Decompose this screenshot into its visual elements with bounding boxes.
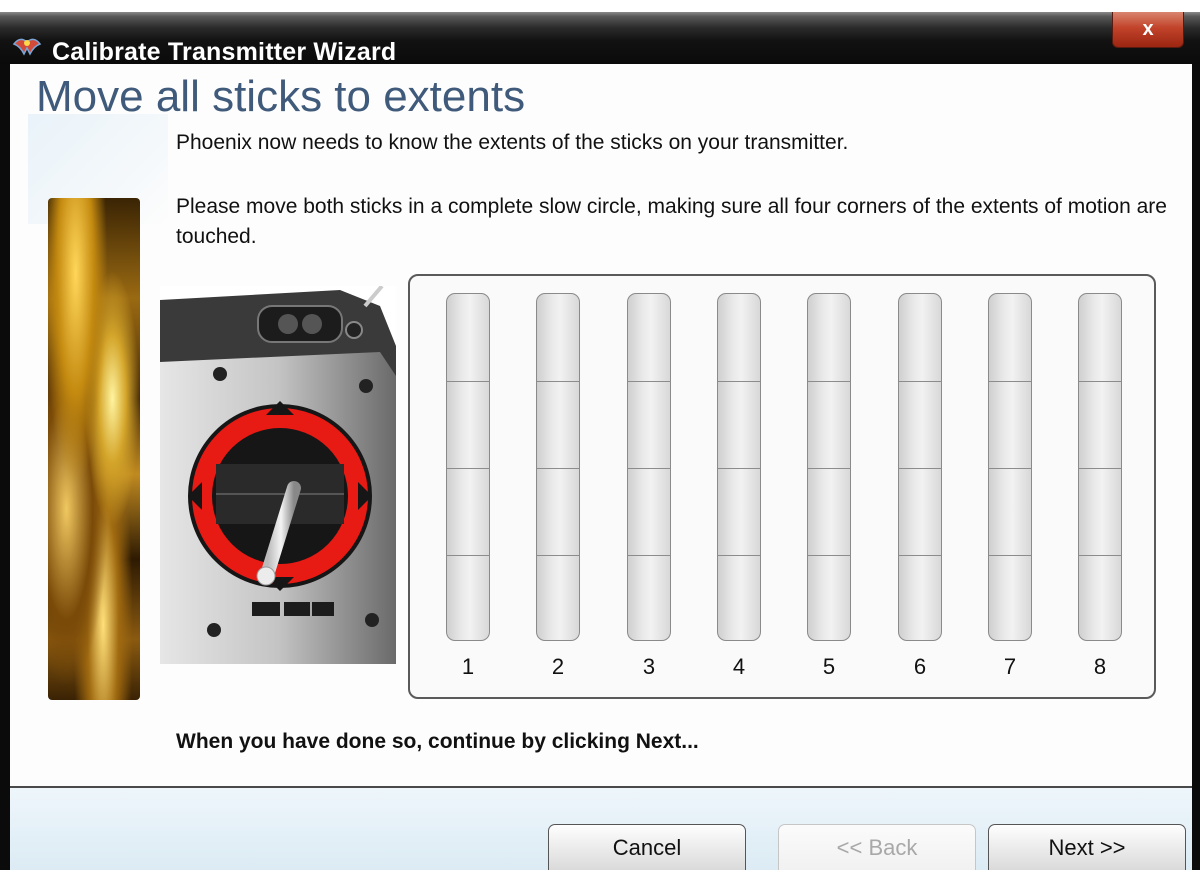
channel-bar-3 — [627, 293, 671, 641]
channel-bar-tick — [808, 381, 850, 382]
channel-bar-tick — [718, 468, 760, 469]
channel-label: 2 — [551, 654, 565, 679]
channel-bar-6 — [898, 293, 942, 641]
channel-bar-tick — [1079, 468, 1121, 469]
channel-bar-tick — [808, 555, 850, 556]
channel-label: 5 — [822, 654, 836, 679]
channel-bar-1 — [446, 293, 490, 641]
channel-bar-8 — [1078, 293, 1122, 641]
intro-text: Phoenix now needs to know the extents of… — [176, 131, 849, 154]
channel-bar-tick — [537, 381, 579, 382]
title-bar[interactable]: Calibrate Transmitter Wizard — [0, 12, 1200, 66]
window-title: Calibrate Transmitter Wizard — [52, 38, 397, 66]
channel-bar-tick — [989, 381, 1031, 382]
channel-bar-tick — [989, 468, 1031, 469]
channel-bar-tick — [628, 555, 670, 556]
channel-bar-tick — [899, 381, 941, 382]
channel-label: 4 — [732, 654, 746, 679]
channel-bar-5 — [807, 293, 851, 641]
cancel-button[interactable]: Cancel — [548, 824, 746, 870]
wizard-content: Move all sticks to extents Phoenix now n… — [10, 64, 1192, 786]
next-button[interactable]: Next >> — [988, 824, 1186, 870]
channel-bar-tick — [718, 381, 760, 382]
channel-bar-tick — [989, 555, 1031, 556]
channel-label: 3 — [642, 654, 656, 679]
instructions-text: Please move both sticks in a complete sl… — [176, 195, 1167, 248]
channel-bar-4 — [717, 293, 761, 641]
channel-bar-tick — [718, 555, 760, 556]
channel-bar-tick — [899, 468, 941, 469]
channel-bar-7 — [988, 293, 1032, 641]
channel-label: 6 — [913, 654, 927, 679]
window-border-left — [0, 64, 10, 870]
channel-bar-tick — [447, 468, 489, 469]
channel-bar-tick — [537, 555, 579, 556]
wizard-footer: Cancel << Back Next >> — [10, 788, 1192, 870]
channel-bars-panel: 1 2 3 4 5 6 7 8 — [408, 274, 1156, 699]
channel-bar-tick — [447, 555, 489, 556]
channel-bar-tick — [628, 381, 670, 382]
channel-bar-tick — [628, 468, 670, 469]
close-button[interactable]: x — [1112, 12, 1184, 48]
side-banner-image — [48, 198, 140, 700]
channel-bar-tick — [447, 381, 489, 382]
channel-label: 8 — [1093, 654, 1107, 679]
back-button[interactable]: << Back — [778, 824, 976, 870]
channel-label: 7 — [1003, 654, 1017, 679]
channel-bar-tick — [1079, 381, 1121, 382]
window-frame-top — [0, 0, 1200, 12]
channel-bar-tick — [808, 468, 850, 469]
transmitter-stick-image — [160, 286, 396, 664]
channel-label: 1 — [461, 654, 475, 679]
phoenix-logo-icon — [12, 38, 42, 56]
channel-bar-tick — [899, 555, 941, 556]
continue-instruction: When you have done so, continue by click… — [176, 730, 699, 753]
channel-bar-tick — [537, 468, 579, 469]
page-title: Move all sticks to extents — [36, 72, 526, 121]
channel-bar-2 — [536, 293, 580, 641]
channel-bar-tick — [1079, 555, 1121, 556]
window-border-right — [1192, 64, 1200, 870]
close-icon: x — [1142, 18, 1154, 40]
